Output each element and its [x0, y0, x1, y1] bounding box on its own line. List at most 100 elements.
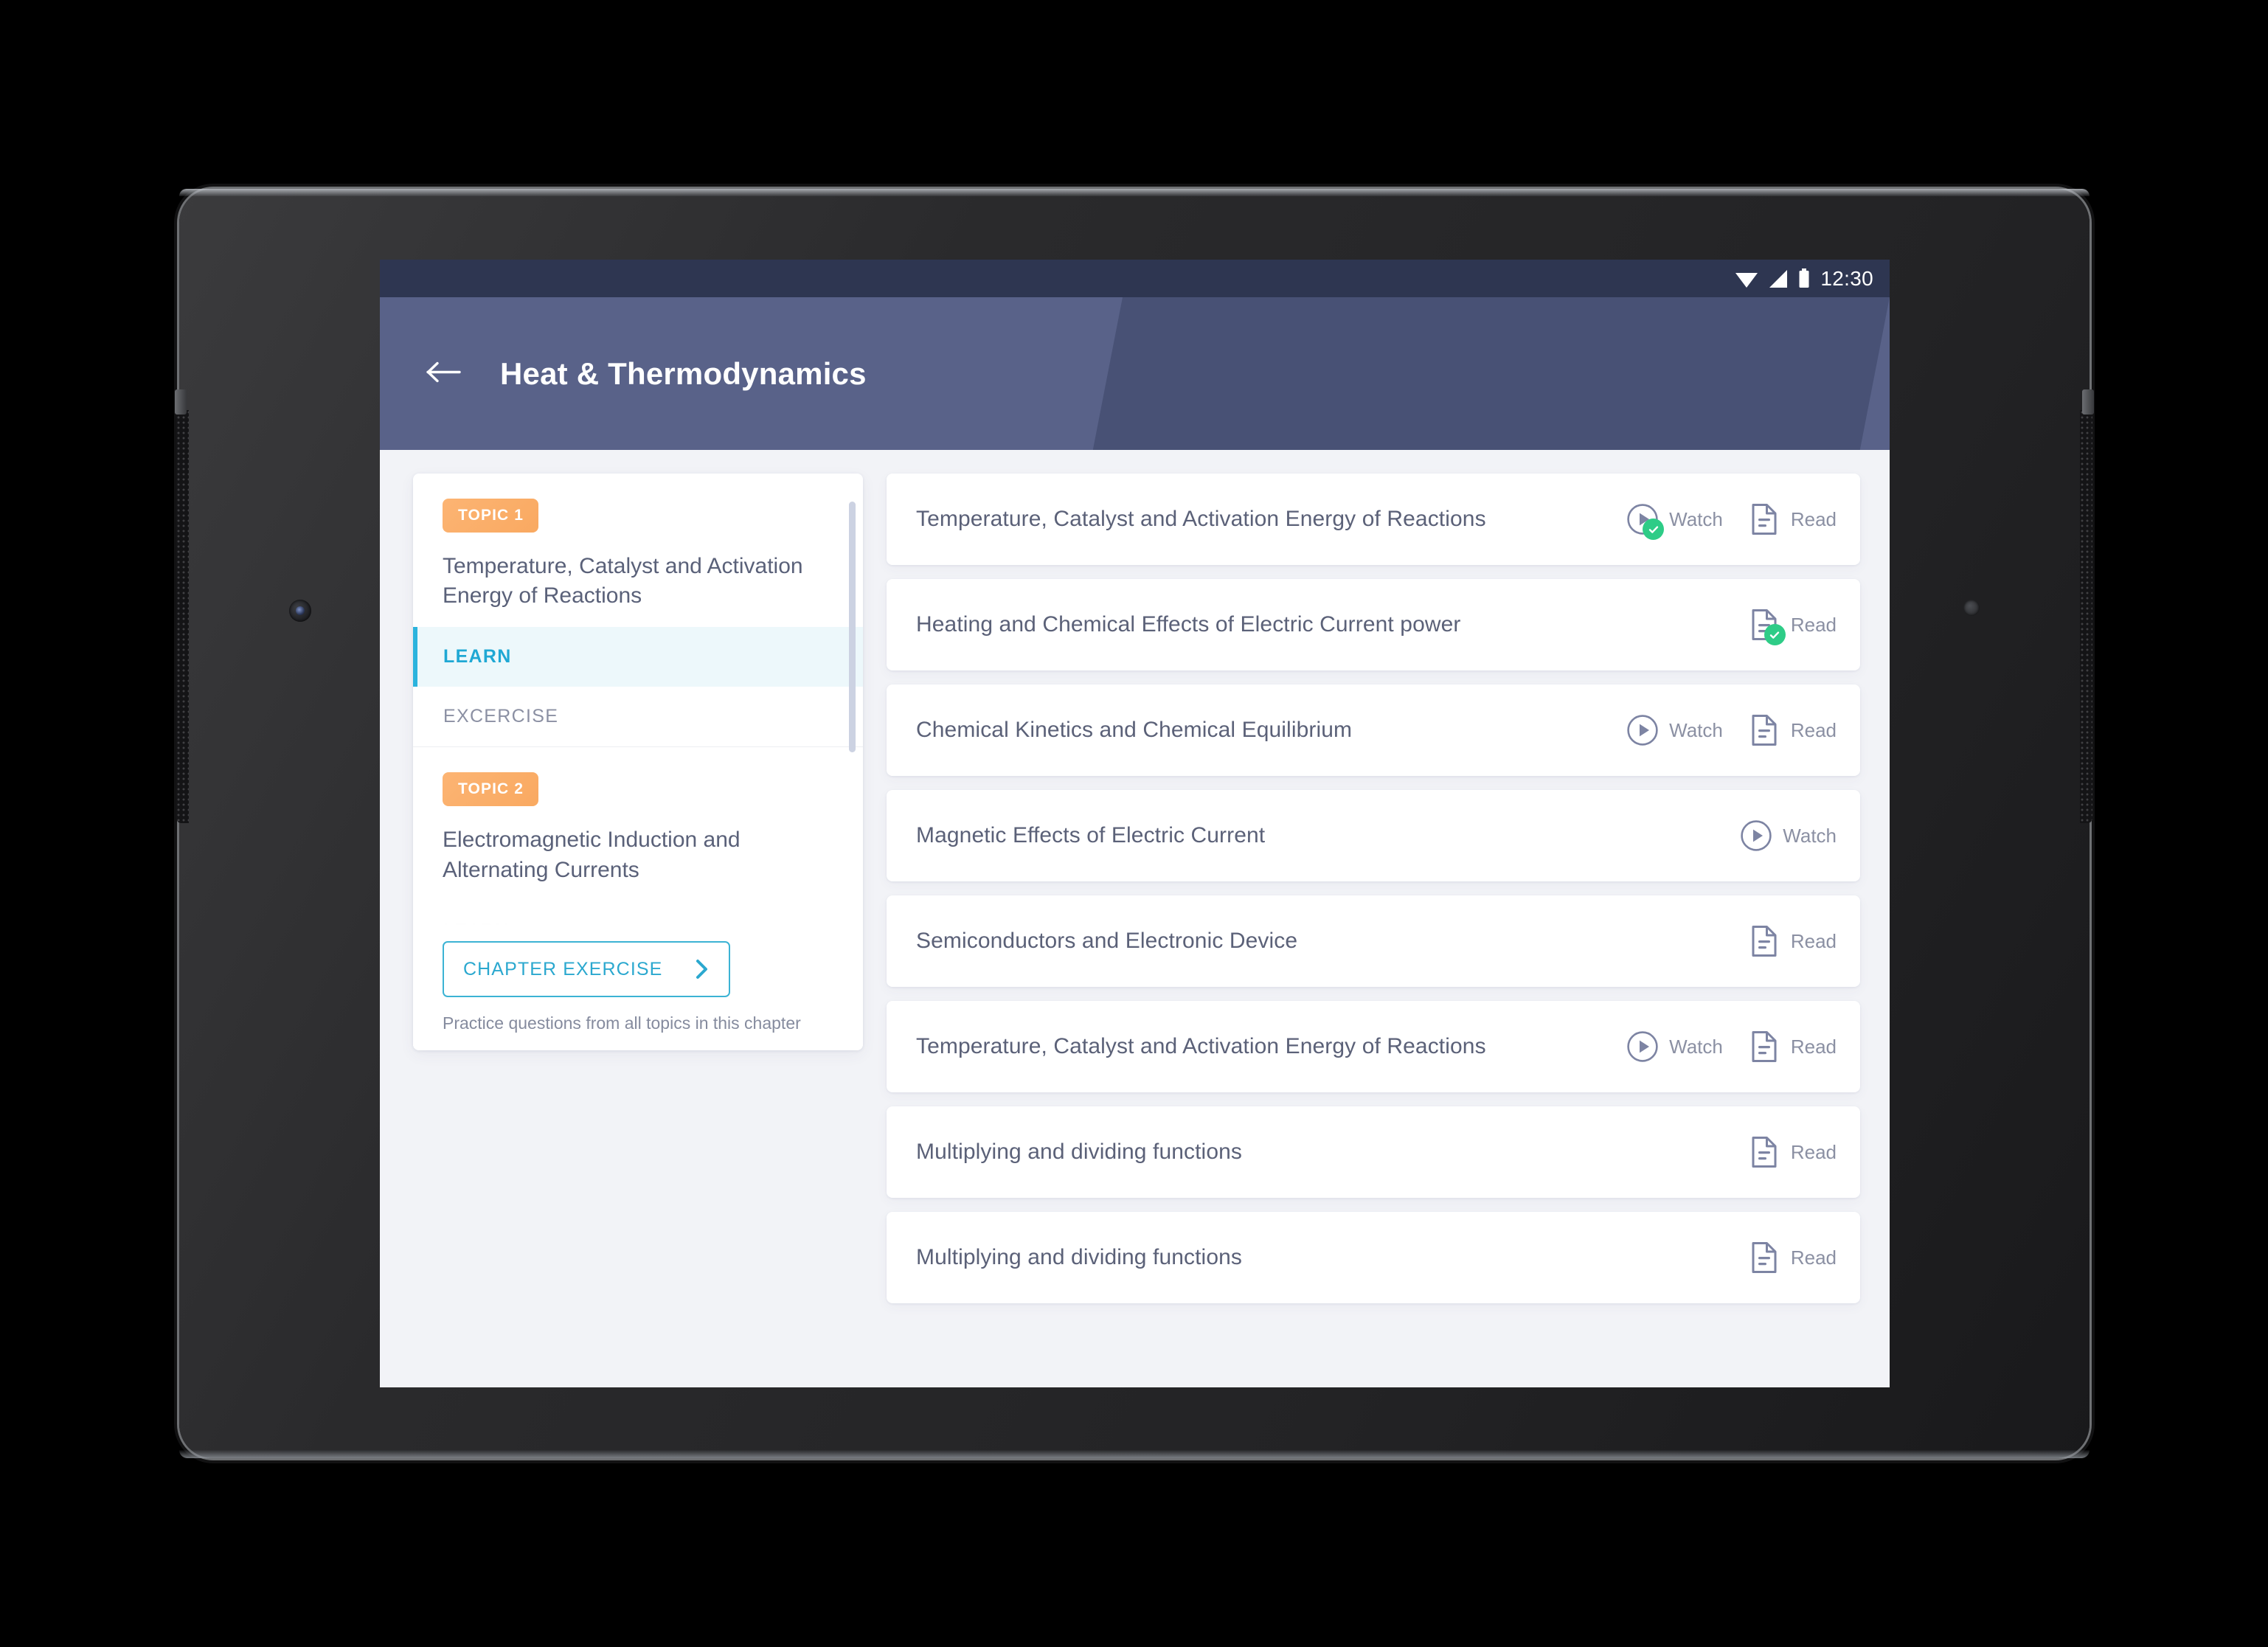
lesson-action-read[interactable]: Read [1748, 607, 1837, 645]
topic-action-learn[interactable]: LEARN [413, 627, 863, 687]
lesson-action-read[interactable]: Read [1748, 502, 1837, 537]
chapter-exercise-button[interactable]: CHAPTER EXERCISE [443, 941, 730, 997]
document-icon-wrap [1748, 1240, 1780, 1275]
lesson-action-label: Read [1790, 1246, 1837, 1269]
lesson-actions: Read [1748, 923, 1837, 959]
document-icon [1752, 1031, 1777, 1062]
topic-actions: LEARN EXCERCISE [413, 901, 863, 932]
topic-badge: TOPIC 2 [443, 772, 539, 807]
page-title: Heat & Thermodynamics [500, 356, 867, 391]
document-icon-wrap [1748, 1029, 1780, 1064]
completed-check-badge [1643, 519, 1665, 540]
lesson-card[interactable]: Multiplying and dividing functions Read [887, 1212, 1860, 1303]
topic-action-learn[interactable]: LEARN [413, 901, 863, 932]
lesson-action-label: Read [1790, 613, 1837, 636]
topic-badge: TOPIC 1 [443, 499, 539, 533]
back-arrow-icon[interactable] [426, 360, 462, 388]
lesson-title: Temperature, Catalyst and Activation Ene… [916, 507, 1486, 531]
lesson-actions: Read [1748, 1240, 1837, 1275]
chapter-exercise-label: CHAPTER EXERCISE [463, 958, 663, 979]
lesson-action-label: Read [1790, 507, 1837, 530]
chapter-exercise-hint: Practice questions from all topics in th… [443, 1013, 801, 1033]
document-icon [1752, 1242, 1777, 1273]
check-icon [1770, 631, 1780, 639]
topic-block: TOPIC 2 Electromagnetic Induction and Al… [413, 747, 863, 932]
document-icon-wrap [1748, 502, 1780, 537]
lesson-card[interactable]: Multiplying and dividing functions Read [887, 1106, 1860, 1198]
play-circle-icon-wrap [1626, 502, 1665, 540]
sidebar-scrollbar[interactable] [849, 502, 856, 752]
topic-action-excercise[interactable]: EXCERCISE [413, 687, 863, 746]
tablet-top-edge [179, 189, 2090, 196]
lesson-actions: Read [1748, 607, 1837, 645]
lesson-action-read[interactable]: Read [1748, 923, 1837, 959]
right-side-button[interactable] [2082, 389, 2094, 415]
play-circle-icon [1741, 820, 1772, 851]
lesson-action-watch[interactable]: Watch [1626, 712, 1723, 748]
document-icon [1752, 715, 1777, 746]
status-bar: 12:30 [380, 260, 1890, 297]
lesson-action-label: Read [1790, 929, 1837, 952]
tablet-screen: 12:30 Heat & Thermodynamics TOPIC 1 Temp… [380, 260, 1890, 1387]
lesson-action-label: Watch [1669, 507, 1723, 530]
document-icon-wrap [1748, 1134, 1780, 1170]
play-circle-icon-wrap [1626, 1029, 1659, 1064]
lesson-action-read[interactable]: Read [1748, 1029, 1837, 1064]
cellular-signal-icon [1769, 269, 1788, 288]
lesson-action-label: Watch [1669, 1035, 1723, 1058]
lesson-title: Multiplying and dividing functions [916, 1245, 1242, 1269]
check-icon [1648, 525, 1658, 533]
lesson-actions: Read [1748, 1134, 1837, 1170]
lesson-card[interactable]: Magnetic Effects of Electric Current Watc… [887, 790, 1860, 881]
wifi-icon [1735, 272, 1758, 288]
topics-scroll-region[interactable]: TOPIC 1 Temperature, Catalyst and Activa… [413, 474, 863, 932]
chapter-exercise-footer: CHAPTER EXERCISE Practice questions from… [413, 932, 863, 1050]
lesson-action-label: Read [1790, 1140, 1837, 1163]
lesson-action-read[interactable]: Read [1748, 1134, 1837, 1170]
topic-title: Electromagnetic Induction and Alternatin… [443, 828, 741, 882]
lesson-card[interactable]: Temperature, Catalyst and Activation Ene… [887, 1001, 1860, 1092]
topic-actions: LEARN EXCERCISE [413, 627, 863, 746]
topic-title: Temperature, Catalyst and Activation Ene… [443, 554, 803, 608]
lesson-title: Temperature, Catalyst and Activation Ene… [916, 1034, 1486, 1058]
status-bar-clock: 12:30 [1820, 266, 1873, 290]
lesson-action-watch[interactable]: Watch [1626, 1029, 1723, 1064]
lesson-actions: Watch [1740, 818, 1837, 853]
lesson-action-label: Read [1790, 1035, 1837, 1058]
app-bar-diagonal-overlay [1092, 297, 1890, 450]
battery-icon [1799, 268, 1809, 288]
document-icon-wrap [1748, 923, 1780, 959]
ambient-light-sensor-icon [1963, 600, 1980, 616]
document-icon-wrap [1748, 607, 1786, 645]
left-edge-speaker-grill [176, 410, 189, 823]
completed-check-badge [1764, 624, 1786, 645]
document-icon [1752, 504, 1777, 535]
lesson-actions: Watch Read [1626, 712, 1837, 748]
lesson-action-watch[interactable]: Watch [1740, 818, 1837, 853]
lesson-action-label: Read [1790, 718, 1837, 741]
lesson-card[interactable]: Temperature, Catalyst and Activation Ene… [887, 474, 1860, 565]
tablet-device-frame: 12:30 Heat & Thermodynamics TOPIC 1 Temp… [175, 189, 2094, 1458]
lesson-list: Temperature, Catalyst and Activation Ene… [887, 474, 1860, 1387]
document-icon [1752, 926, 1777, 957]
lesson-actions: Watch Read [1626, 1029, 1837, 1064]
left-side-button[interactable] [175, 389, 187, 415]
play-circle-icon [1627, 715, 1658, 746]
lesson-action-label: Watch [1669, 718, 1723, 741]
right-edge-speaker-grill [2080, 410, 2092, 823]
lesson-card[interactable]: Chemical Kinetics and Chemical Equilibri… [887, 684, 1860, 776]
play-circle-icon-wrap [1740, 818, 1772, 853]
screenshot-stage: 12:30 Heat & Thermodynamics TOPIC 1 Temp… [0, 0, 2268, 1647]
lesson-card[interactable]: Heating and Chemical Effects of Electric… [887, 579, 1860, 670]
document-icon-wrap [1748, 712, 1780, 748]
lesson-title: Magnetic Effects of Electric Current [916, 823, 1266, 847]
lesson-action-read[interactable]: Read [1748, 1240, 1837, 1275]
document-icon [1752, 1137, 1777, 1168]
lesson-card[interactable]: Semiconductors and Electronic Device Read [887, 895, 1860, 987]
lesson-title: Heating and Chemical Effects of Electric… [916, 612, 1461, 637]
lesson-action-read[interactable]: Read [1748, 712, 1837, 748]
topics-sidebar: TOPIC 1 Temperature, Catalyst and Activa… [413, 474, 863, 1050]
play-circle-icon [1627, 1031, 1658, 1062]
lesson-action-watch[interactable]: Watch [1626, 502, 1723, 540]
lesson-actions: Watch Read [1626, 502, 1837, 540]
